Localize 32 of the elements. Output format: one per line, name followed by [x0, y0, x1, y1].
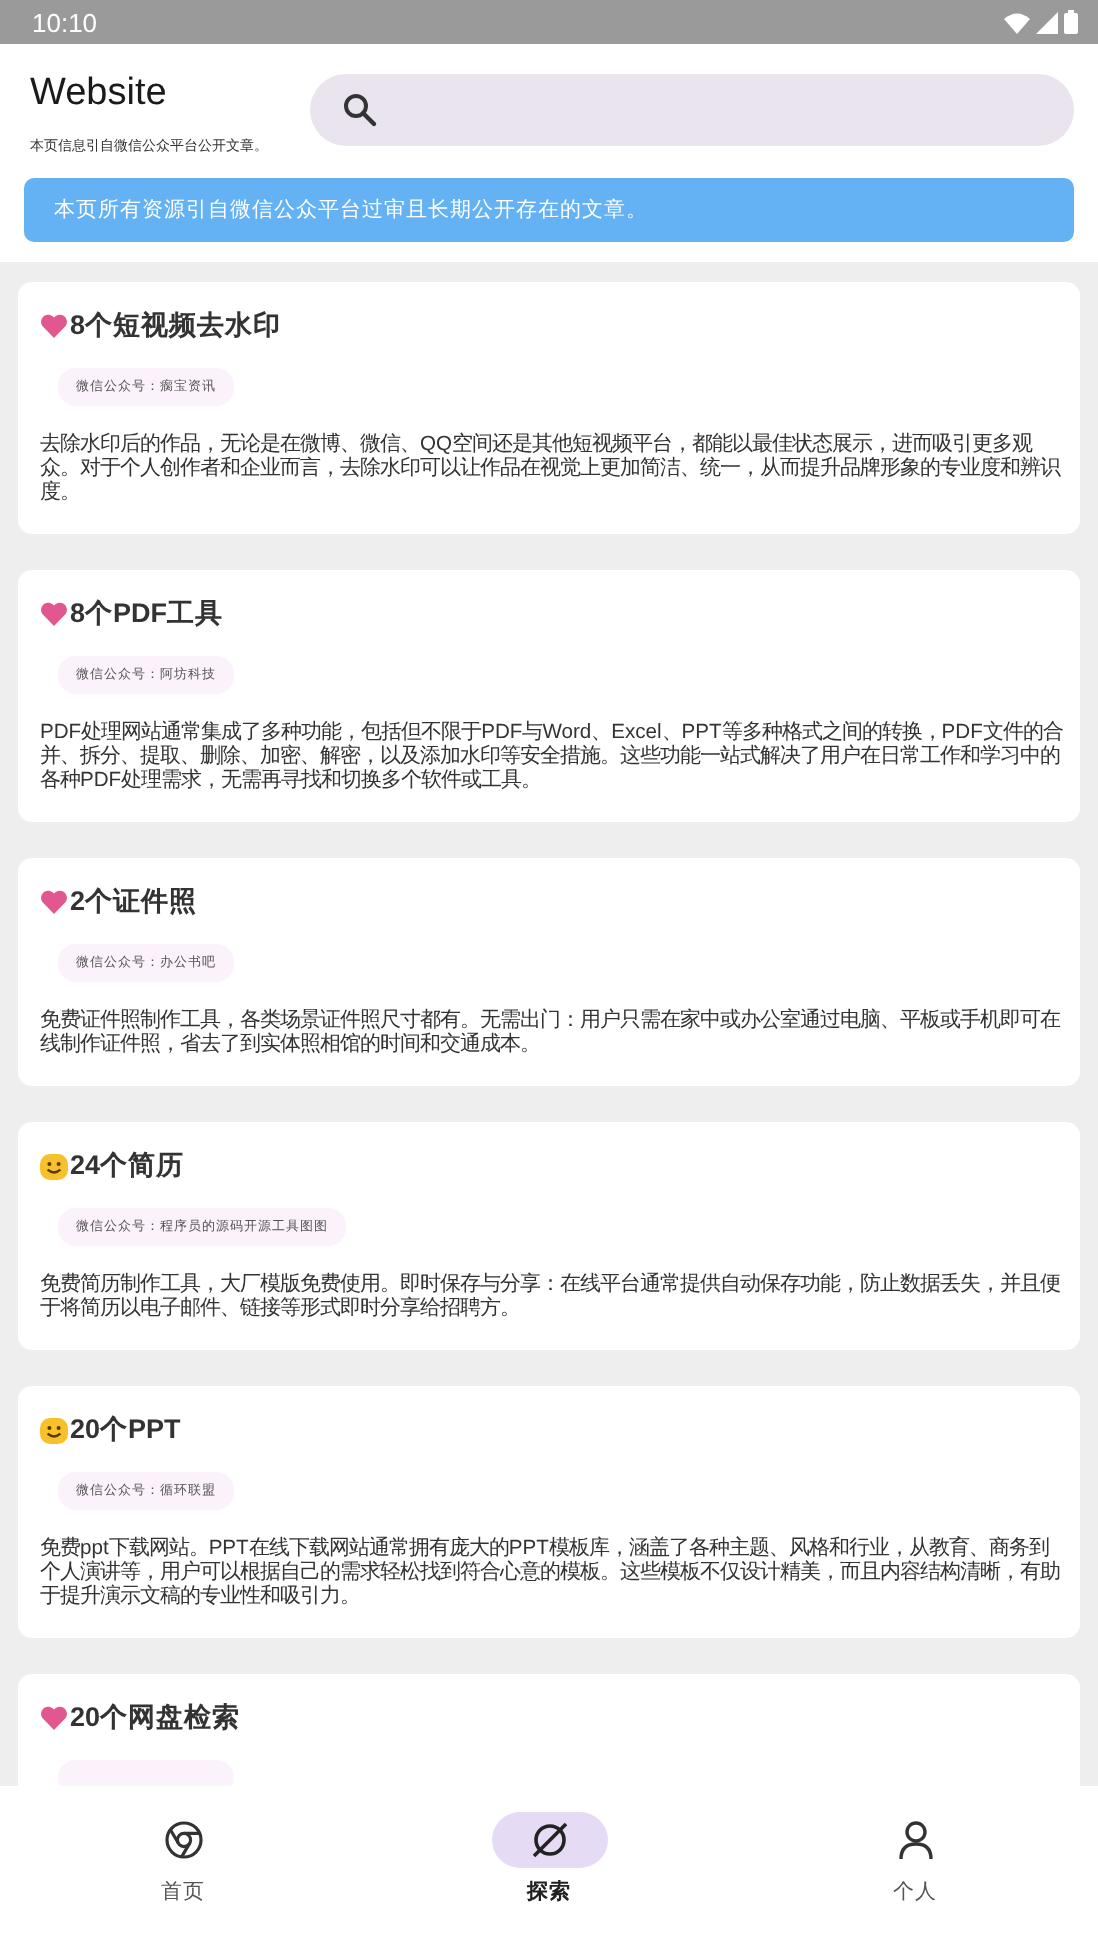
card-title: 20个网盘检索 — [70, 1700, 241, 1736]
card-title: 8个PDF工具 — [70, 596, 224, 632]
nav-tab[interactable]: 探索 — [366, 1812, 732, 1952]
card-description: 免费证件照制作工具，各类场景证件照尺寸都有。无需出门：用户只需在家中或办公室通过电脑、平板或手机即可在线制作证件照，省去了到实体照相馆的时间和交通成本。 — [40, 1010, 1062, 1058]
card-description: 去除水印后的作品，无论是在微博、微信、QQ空间还是其他短视频平台，都能以最佳状态展示，进而吸引更多观众。对于个人创作者和企业而言，去除水印可以让作品在视觉上更加简洁、统一，从而提升品牌形象的专业度和辨识度。 — [40, 434, 1063, 506]
card-title: 8个短视频去水印 — [70, 308, 282, 344]
card-description: 免费简历制作工具，大厂模版免费使用。即时保存与分享：在线平台通常提供自动保存功能，防止数据丢失，并且便于将简历以电子邮件、链接等形式即时分享给招聘方。 — [40, 1274, 1062, 1322]
clock-time: 10:10 — [32, 7, 98, 37]
nav-tab[interactable]: 首页 — [0, 1812, 366, 1952]
card-title: 20个PPT — [70, 1412, 181, 1448]
notice-banner: 本页所有资源引自微信公众平台过审且长期公开存在的文章。 — [24, 178, 1074, 242]
search-icon — [342, 92, 378, 128]
heart-icon — [40, 602, 68, 626]
browser-icon — [163, 1820, 203, 1860]
wifi-icon — [1004, 11, 1030, 33]
card-title: 24个简历 — [70, 1148, 185, 1184]
card-description: PDF处理网站通常集成了多种功能，包括但不限于PDF与Word、Excel、PPT等多种格式之间的转换，PDF文件的合并、拆分、提取、删除、加密、解密，以及添加水印等安全措施。这些功能一站式解决了用户在日常工作和学习中的各种PDF处理需求，无需再寻找和切换多个软件或工具。 — [40, 722, 1065, 794]
planet-icon — [529, 1820, 569, 1860]
smiley-icon — [40, 1153, 68, 1179]
smiley-icon — [40, 1417, 68, 1443]
search-field[interactable] — [310, 74, 1074, 146]
person-icon — [897, 1820, 933, 1860]
page-title: Website — [30, 72, 169, 116]
card-description: 免费ppt下载网站。PPT在线下载网站通常拥有庞大的PPT模板库，涵盖了各种主题、风格和行业，从教育、商务到个人演讲等，用户可以根据自己的需求轻松找到符合心意的模板。这些模板不仅设计精美，而且内容结构清晰，有助于提升演示文稿的专业性和吸引力。 — [40, 1538, 1062, 1610]
article-card[interactable]: 20个网盘检索 — [18, 1674, 1080, 1786]
card-title: 2个证件照 — [70, 884, 198, 920]
heart-icon — [40, 314, 68, 338]
heart-icon — [40, 1706, 68, 1730]
heart-icon — [40, 890, 68, 914]
nav-tab[interactable]: 个人 — [732, 1812, 1098, 1952]
battery-icon — [1064, 10, 1078, 34]
signal-icon — [1036, 11, 1058, 33]
